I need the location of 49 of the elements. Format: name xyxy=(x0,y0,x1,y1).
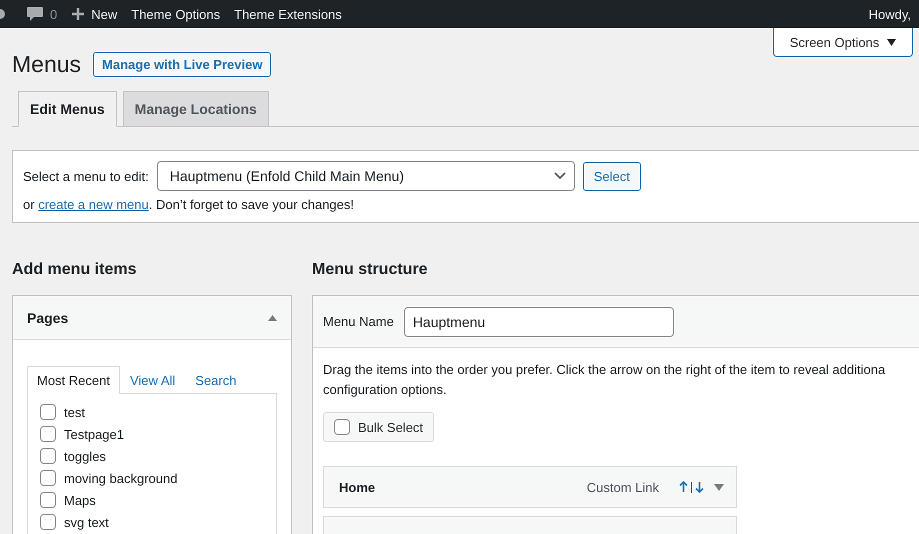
select-label: Select a menu to edit: xyxy=(23,168,149,184)
panel-title: Pages xyxy=(27,310,68,326)
page-label: moving background xyxy=(64,470,178,486)
chevron-icon xyxy=(554,172,566,180)
panel-tab[interactable]: View All xyxy=(120,366,186,394)
new-link[interactable]: New xyxy=(91,6,118,22)
section-heading: Menu structure xyxy=(312,261,429,279)
triangle-icon[interactable] xyxy=(268,314,277,320)
checkbox[interactable] xyxy=(40,514,56,530)
create-menu-link[interactable]: create a new menu xyxy=(38,197,149,212)
page-label: test xyxy=(64,404,85,420)
nav-tab[interactable]: Manage Locations xyxy=(122,91,269,127)
menu-item-bar[interactable]: Home Custom Link xyxy=(323,466,737,508)
section-heading: Add menu items xyxy=(12,261,138,279)
caret-icon xyxy=(887,38,896,46)
menu-dropdown[interactable]: Hauptmenu (Enfold Child Main Menu) xyxy=(156,161,575,191)
instructions: Drag the items into the order you prefer. Click the arrow on the right of the item to reveal additiona configuration options. xyxy=(323,361,886,399)
up-arrow-icon[interactable] xyxy=(679,480,688,494)
page-title: Menus xyxy=(12,50,82,78)
down-arrow-icon[interactable] xyxy=(695,480,704,494)
checkbox[interactable] xyxy=(40,448,56,464)
checkbox[interactable] xyxy=(40,492,56,508)
menu-name-label: Menu Name xyxy=(323,314,394,329)
menu-name-field[interactable]: Hauptmenu xyxy=(404,306,674,336)
menu-item-title: Home xyxy=(339,480,376,494)
page-label: Maps xyxy=(64,492,96,508)
speech-bubble-icon[interactable] xyxy=(26,6,44,22)
bulk-select-button[interactable]: Bulk Select xyxy=(323,412,434,442)
checkbox[interactable] xyxy=(334,419,350,435)
plus-icon[interactable] xyxy=(71,7,86,21)
page-label: svg text xyxy=(64,514,109,530)
panel-tab[interactable]: Most Recent xyxy=(27,366,120,394)
nav-tab[interactable]: Edit Menus xyxy=(18,91,117,127)
live-preview-button[interactable]: Manage with Live Preview xyxy=(93,52,272,76)
page-label: toggles xyxy=(64,448,106,464)
panel-tab[interactable]: Search xyxy=(185,366,246,394)
checkbox[interactable] xyxy=(40,426,56,442)
admin-bar-link[interactable]: Theme Options xyxy=(131,6,220,22)
checkbox[interactable] xyxy=(40,404,56,420)
help-text: or create a new menu. Don’t forget to save your changes! xyxy=(23,197,355,212)
screen-options-button[interactable]: Screen Options xyxy=(773,28,913,57)
select-button[interactable]: Select xyxy=(582,162,641,190)
checkbox[interactable] xyxy=(40,470,56,486)
menu-item-type: Custom Link xyxy=(586,480,659,494)
page-label: Testpage1 xyxy=(64,426,124,442)
greeting[interactable]: Howdy, xyxy=(868,6,919,22)
comment-count: 0 xyxy=(50,6,58,22)
admin-bar-link[interactable]: Theme Extensions xyxy=(234,6,342,22)
caret-icon[interactable] xyxy=(714,484,724,490)
